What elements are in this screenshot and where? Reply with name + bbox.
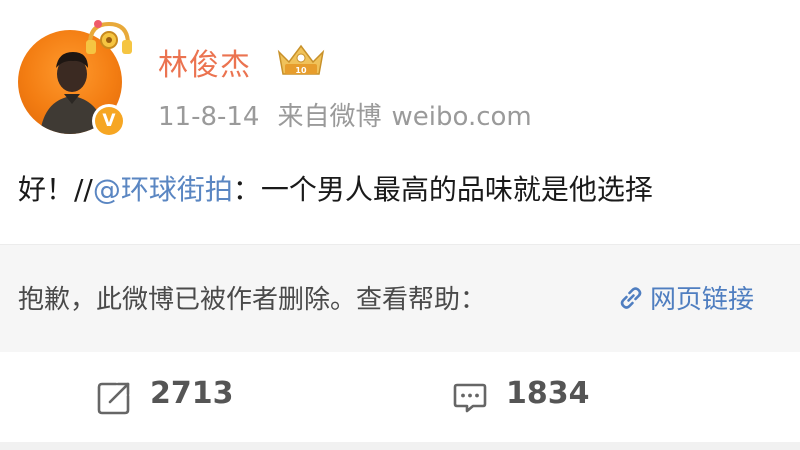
avatar-container[interactable]: V	[18, 20, 132, 140]
verified-badge-label: V	[95, 107, 123, 135]
help-link[interactable]: 网页链接	[616, 279, 754, 316]
post-meta: 11-8-14 来自微博 weibo.com	[158, 96, 532, 133]
post-date[interactable]: 11-8-14	[158, 102, 259, 132]
post-text-rest: ：一个男人最高的品味就是他选择	[232, 173, 653, 206]
repost-icon	[97, 382, 130, 415]
author-name[interactable]: 林俊杰	[158, 40, 251, 84]
verified-badge: V	[92, 104, 126, 138]
svg-text:10: 10	[295, 66, 307, 75]
source-label: 来自微博	[277, 102, 382, 132]
action-bar: 2713 1834	[0, 352, 800, 442]
help-link-label: 网页链接	[650, 285, 755, 315]
link-icon	[620, 287, 642, 309]
comment-count: 1834	[506, 376, 590, 411]
headphones-pendant-icon	[86, 20, 132, 54]
vip-crown-icon[interactable]: 10	[275, 42, 327, 78]
weibo-post-card: V 林俊杰 10 11-8-14 来自微博 weibo.com 好！//@环球街拍：…	[0, 0, 800, 450]
deleted-notice: 抱歉，此微博已被作者删除。查看帮助：	[18, 285, 487, 315]
repost-count: 2713	[150, 376, 234, 411]
repost-box[interactable]: 抱歉，此微博已被作者删除。查看帮助： 网页链接	[0, 244, 800, 353]
source-site-link[interactable]: weibo.com	[392, 102, 532, 132]
post-text-prefix: 好！//	[18, 173, 93, 206]
post-text: 好！//@环球街拍：一个男人最高的品味就是他选择	[18, 168, 653, 208]
card-divider	[0, 442, 800, 450]
comment-icon	[453, 383, 487, 413]
mention-link[interactable]: @环球街拍	[93, 173, 233, 206]
